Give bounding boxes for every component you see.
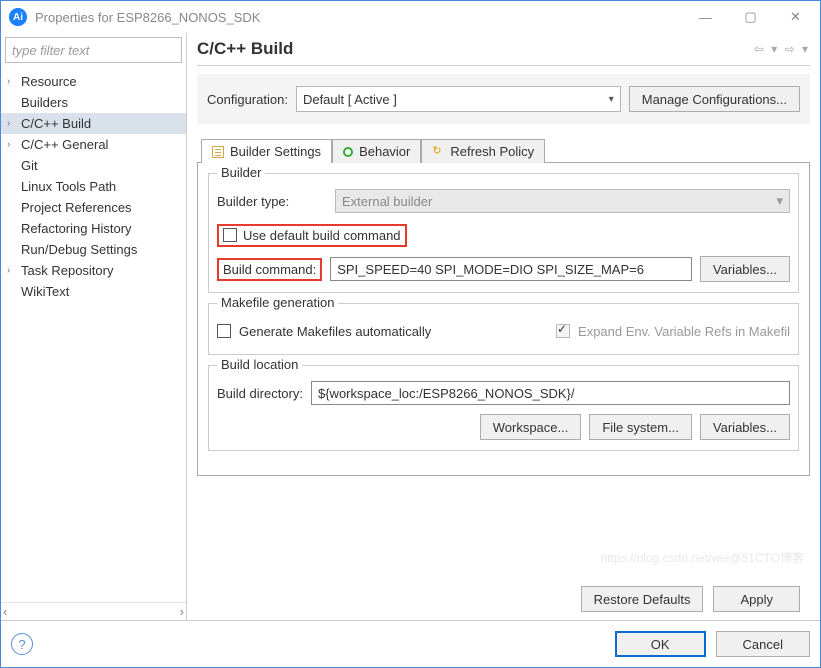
maximize-button[interactable]: ▢ <box>728 2 773 32</box>
chevron-down-icon: ▾ <box>776 193 783 209</box>
tab-builder-settings[interactable]: Builder Settings <box>201 139 332 163</box>
ok-button[interactable]: OK <box>615 631 706 657</box>
manage-configurations-button[interactable]: Manage Configurations... <box>629 86 800 112</box>
build-location-group: Build location Build directory: ${worksp… <box>208 365 799 451</box>
refresh-icon: ↻ <box>432 146 444 158</box>
location-variables-button[interactable]: Variables... <box>700 414 790 440</box>
restore-defaults-button[interactable]: Restore Defaults <box>581 586 704 612</box>
sidebar-hscroll[interactable]: ‹› <box>1 602 186 620</box>
sidebar: type filter text ›Resource Builders ›C/C… <box>1 33 187 620</box>
configuration-row: Configuration: Default [ Active ] ▾ Mana… <box>197 74 810 124</box>
generate-makefiles-label: Generate Makefiles automatically <box>239 324 431 339</box>
window-title: Properties for ESP8266_NONOS_SDK <box>35 10 683 25</box>
tab-refresh-policy[interactable]: ↻ Refresh Policy <box>421 139 545 163</box>
radio-icon <box>343 147 353 157</box>
tree-item-project-refs[interactable]: Project References <box>1 197 186 218</box>
workspace-button[interactable]: Workspace... <box>480 414 582 440</box>
close-button[interactable]: ✕ <box>773 2 818 32</box>
build-command-label: Build command: <box>223 262 316 277</box>
builder-variables-button[interactable]: Variables... <box>700 256 790 282</box>
tab-behavior[interactable]: Behavior <box>332 139 421 163</box>
filter-input[interactable]: type filter text <box>5 37 182 63</box>
use-default-highlight: Use default build command <box>217 224 407 247</box>
builder-type-select[interactable]: External builder ▾ <box>335 189 790 213</box>
file-icon <box>212 146 224 158</box>
builder-type-label: Builder type: <box>217 194 327 209</box>
configuration-label: Configuration: <box>207 92 288 107</box>
help-icon[interactable]: ? <box>11 633 33 655</box>
build-directory-input[interactable]: ${workspace_loc:/ESP8266_NONOS_SDK}/ <box>311 381 790 405</box>
expand-env-label: Expand Env. Variable Refs in Makefil <box>578 324 790 339</box>
tree-item-run-debug[interactable]: Run/Debug Settings <box>1 239 186 260</box>
app-icon: Ai <box>9 8 27 26</box>
cancel-button[interactable]: Cancel <box>716 631 810 657</box>
tree-item-resource[interactable]: ›Resource <box>1 71 186 92</box>
tree-item-cpp-build[interactable]: ›C/C++ Build <box>1 113 186 134</box>
page-title: C/C++ Build <box>197 39 754 59</box>
tree-item-linux-tools[interactable]: Linux Tools Path <box>1 176 186 197</box>
tree-item-builders[interactable]: Builders <box>1 92 186 113</box>
chevron-down-icon: ▾ <box>609 94 614 105</box>
category-tree: ›Resource Builders ›C/C++ Build ›C/C++ G… <box>1 67 186 602</box>
build-location-legend: Build location <box>217 357 302 372</box>
apply-button[interactable]: Apply <box>713 586 800 612</box>
main-panel: C/C++ Build ⇦ ▾ ⇨ ▾ Configuration: Defau… <box>187 33 820 620</box>
tree-item-refactoring[interactable]: Refactoring History <box>1 218 186 239</box>
filesystem-button[interactable]: File system... <box>589 414 692 440</box>
header-nav-icons[interactable]: ⇦ ▾ ⇨ ▾ <box>754 42 810 56</box>
tree-item-cpp-general[interactable]: ›C/C++ General <box>1 134 186 155</box>
tree-item-task-repo[interactable]: ›Task Repository <box>1 260 186 281</box>
build-command-input[interactable]: SPI_SPEED=40 SPI_MODE=DIO SPI_SIZE_MAP=6 <box>330 257 692 281</box>
makefile-legend: Makefile generation <box>217 295 338 310</box>
expand-env-checkbox <box>556 324 570 338</box>
builder-legend: Builder <box>217 165 265 180</box>
build-command-highlight: Build command: <box>217 258 322 281</box>
makefile-group: Makefile generation Generate Makefiles a… <box>208 303 799 355</box>
title-bar: Ai Properties for ESP8266_NONOS_SDK — ▢ … <box>1 1 820 33</box>
tree-item-wikitext[interactable]: WikiText <box>1 281 186 302</box>
tab-bar: Builder Settings Behavior ↻ Refresh Poli… <box>197 138 810 163</box>
panel-footer: Restore Defaults Apply <box>197 578 810 620</box>
use-default-checkbox[interactable] <box>223 228 237 242</box>
minimize-button[interactable]: — <box>683 2 728 32</box>
build-directory-label: Build directory: <box>217 386 303 401</box>
dialog-footer: ? OK Cancel <box>1 620 820 667</box>
tab-content: Builder Builder type: External builder ▾… <box>197 163 810 476</box>
use-default-label: Use default build command <box>243 228 401 243</box>
generate-makefiles-checkbox[interactable] <box>217 324 231 338</box>
configuration-select[interactable]: Default [ Active ] ▾ <box>296 86 621 112</box>
tree-item-git[interactable]: Git <box>1 155 186 176</box>
builder-group: Builder Builder type: External builder ▾… <box>208 173 799 293</box>
